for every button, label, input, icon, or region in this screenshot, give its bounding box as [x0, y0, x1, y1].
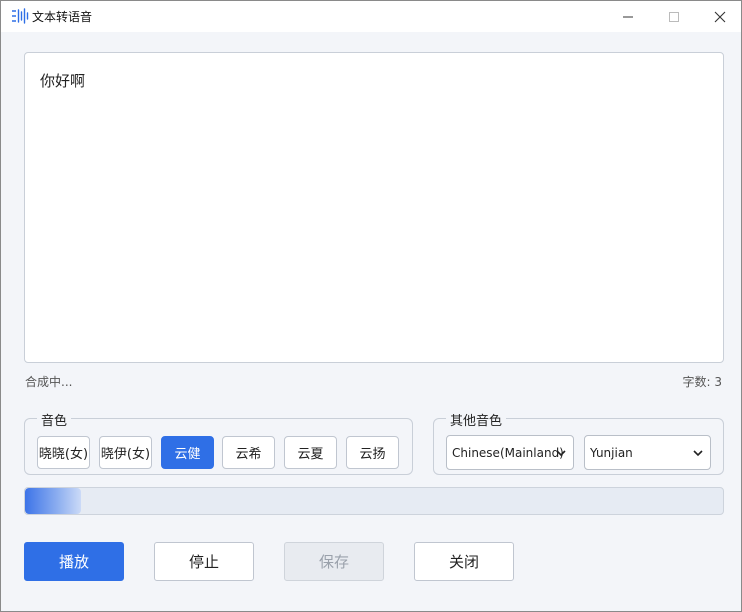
window-title: 文本转语音: [32, 10, 93, 24]
synthesis-status: 合成中...: [25, 375, 73, 389]
voice-option-xiaoyi[interactable]: 晓伊(女): [99, 436, 152, 469]
chevron-down-icon: [556, 450, 566, 457]
maximize-button[interactable]: [651, 1, 697, 32]
synthesis-progress-bar: [24, 487, 724, 515]
play-button[interactable]: 播放: [24, 542, 124, 581]
minimize-icon: [623, 16, 633, 17]
voice-option-xiaoxiao[interactable]: 晓晓(女): [37, 436, 90, 469]
language-select-value: Chinese(Mainland): [452, 445, 564, 460]
minimize-button[interactable]: [605, 1, 651, 32]
stop-button[interactable]: 停止: [154, 542, 254, 581]
app-window: 文本转语音 你好啊 合成中... 字数: 3 音色 晓晓(女) 晓伊(女) 云健…: [0, 0, 742, 612]
maximize-icon: [669, 11, 679, 22]
voice-group-label: 音色: [37, 410, 72, 429]
text-input-area[interactable]: 你好啊: [24, 52, 724, 363]
other-voice-group-label: 其他音色: [446, 410, 507, 429]
language-select[interactable]: Chinese(Mainland): [446, 435, 574, 470]
voice-option-yunxi[interactable]: 云希: [222, 436, 275, 469]
editor-content: 你好啊: [40, 72, 86, 90]
chevron-down-icon: [693, 450, 703, 457]
save-button[interactable]: 保存: [284, 542, 384, 581]
voice-option-yunyang[interactable]: 云扬: [346, 436, 399, 469]
voice-select[interactable]: Yunjian: [584, 435, 711, 470]
voice-select-value: Yunjian: [590, 445, 633, 460]
audio-wave-icon: [12, 8, 29, 24]
close-button[interactable]: 关闭: [414, 542, 514, 581]
progress-fill: [25, 488, 81, 514]
voice-option-yunxia[interactable]: 云夏: [284, 436, 337, 469]
close-window-button[interactable]: [697, 1, 742, 32]
char-count: 字数: 3: [682, 375, 723, 389]
close-icon: [714, 11, 726, 22]
title-bar: 文本转语音: [1, 1, 741, 32]
voice-option-yunjian[interactable]: 云健: [161, 436, 214, 469]
